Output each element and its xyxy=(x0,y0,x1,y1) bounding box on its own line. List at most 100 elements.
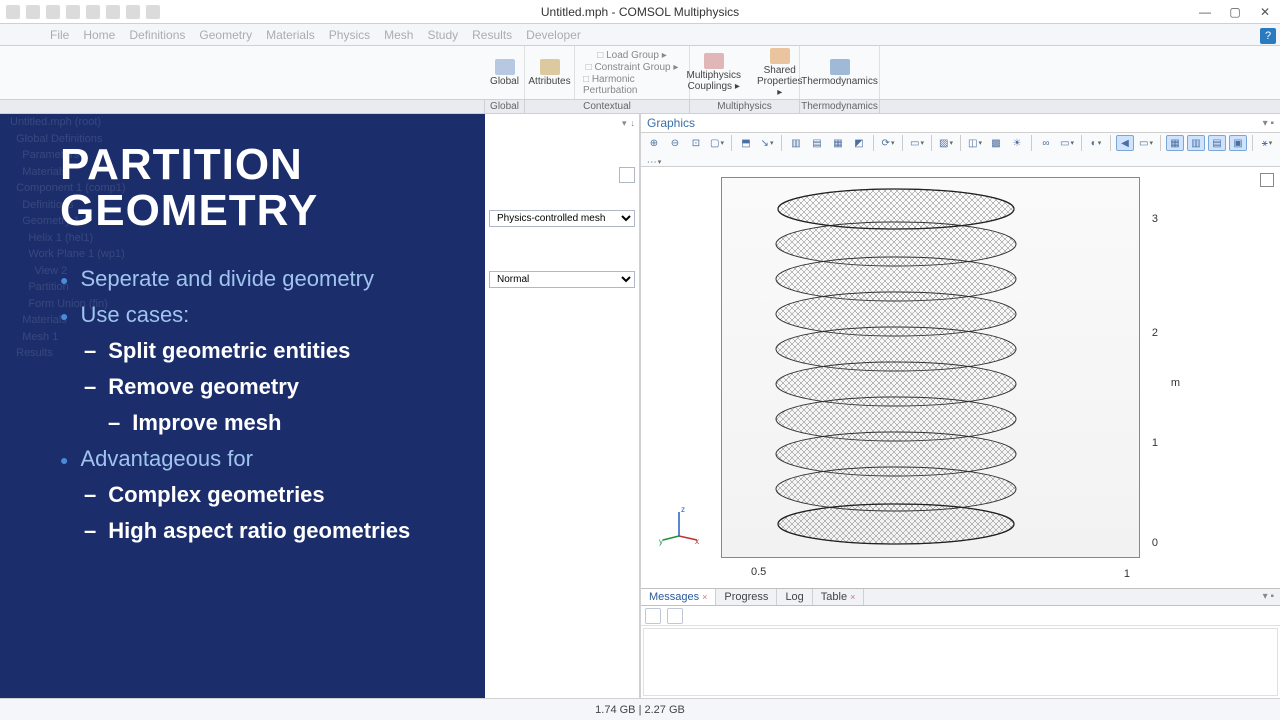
ribbon: Global Attributes Load Group ▸ Constrain… xyxy=(0,46,1280,100)
view-xz-icon[interactable]: ▤ xyxy=(808,135,826,151)
expand-icon[interactable] xyxy=(1260,173,1274,187)
tab-progress[interactable]: Progress xyxy=(716,589,777,605)
qat-icon[interactable] xyxy=(46,5,60,19)
sel-pnt-icon[interactable]: ▣ xyxy=(1229,135,1247,151)
rotate-icon[interactable]: ⟳ xyxy=(879,135,897,151)
global-button[interactable]: Global xyxy=(484,57,525,89)
lighting-icon[interactable]: ☀ xyxy=(1008,135,1026,151)
transparency-icon[interactable]: ◫ xyxy=(966,135,984,151)
multiphysics-couplings-button[interactable]: Multiphysics Couplings ▸ xyxy=(680,51,746,94)
tab-table[interactable]: Table× xyxy=(813,589,865,605)
link-icon[interactable]: ∞ xyxy=(1037,135,1055,151)
ribbon-label: Attributes xyxy=(528,76,570,87)
shared-icon xyxy=(770,48,790,64)
globe-icon xyxy=(495,59,515,75)
qat-icon[interactable] xyxy=(146,5,160,19)
qat-icon[interactable] xyxy=(6,5,20,19)
wireframe-icon[interactable]: ▩ xyxy=(987,135,1005,151)
sel-edge-icon[interactable]: ▤ xyxy=(1208,135,1226,151)
svg-text:z: z xyxy=(681,506,685,514)
bullet: Use cases: xyxy=(60,302,445,328)
menu-item[interactable]: File xyxy=(50,28,69,42)
view-iso-icon[interactable]: ◩ xyxy=(850,135,868,151)
qat-icon[interactable] xyxy=(106,5,120,19)
qat-icon[interactable] xyxy=(86,5,100,19)
zoom-box-icon[interactable]: ▢ xyxy=(708,135,726,151)
graphics-toolbar: ⊕ ⊖ ⊡ ▢ ⬒ ↘ ▥ ▤ ▦ ◩ ⟳ ▭ ▨ ◫ ▩ ☀ ∞ ▭ xyxy=(641,133,1280,167)
z-tick: 2 xyxy=(1152,327,1158,339)
maximize-button[interactable]: ▢ xyxy=(1220,0,1250,24)
menu-item[interactable]: Mesh xyxy=(384,28,413,42)
group-label: Global xyxy=(485,100,525,113)
bottom-panel: Messages× Progress Log Table× ▾ ▪ xyxy=(641,588,1280,698)
bullet: Advantageous for xyxy=(60,446,445,472)
overlay-title: PARTITIONGEOMETRY xyxy=(60,142,445,234)
z-tick: 0 xyxy=(1152,537,1158,549)
menu-item[interactable]: Home xyxy=(83,28,115,42)
measure-icon[interactable]: ⚹ xyxy=(1258,135,1276,151)
zoom-extents-icon[interactable]: ⊡ xyxy=(687,135,705,151)
render-icon[interactable]: ▨ xyxy=(937,135,955,151)
qat-icon[interactable] xyxy=(66,5,80,19)
qat-icon[interactable] xyxy=(126,5,140,19)
menu-item[interactable]: Results xyxy=(472,28,512,42)
bullet: High aspect ratio geometries xyxy=(84,518,445,544)
toggle-1-icon[interactable]: ◀ xyxy=(1116,135,1134,151)
menu-item[interactable]: Definitions xyxy=(129,28,185,42)
sequence-type-select[interactable]: Physics-controlled mesh xyxy=(489,210,635,227)
menu-item[interactable]: Physics xyxy=(329,28,370,42)
messages-body xyxy=(643,628,1278,696)
menu-item[interactable]: Materials xyxy=(266,28,315,42)
help-icon[interactable]: ? xyxy=(1260,28,1276,44)
sel-bnd-icon[interactable]: ▥ xyxy=(1187,135,1205,151)
ribbon-label: Multiphysics Couplings ▸ xyxy=(686,70,740,92)
graphics-panel: Graphics ▾ ▪ ⊕ ⊖ ⊡ ▢ ⬒ ↘ ▥ ▤ ▦ ◩ ⟳ ▭ ▨ ◫… xyxy=(640,114,1280,698)
graphics-title: Graphics xyxy=(647,116,695,130)
zoom-out-icon[interactable]: ⊖ xyxy=(666,135,684,151)
quick-access-toolbar xyxy=(0,5,160,19)
load-group-item[interactable]: Load Group ▸ xyxy=(597,50,666,61)
thermodynamics-button[interactable]: Thermodynamics xyxy=(795,57,884,89)
constraint-group-item[interactable]: Constraint Group ▸ xyxy=(586,62,679,73)
settings-panel: ▾↓ Physics-controlled mesh Normal xyxy=(485,114,640,698)
bullet: Remove geometry xyxy=(84,374,445,400)
group-label: Multiphysics xyxy=(690,100,800,113)
z-tick: 1 xyxy=(1152,437,1158,449)
toggle-2-icon[interactable]: ▭ xyxy=(1137,135,1155,151)
run-icon[interactable] xyxy=(619,167,635,183)
svg-text:x: x xyxy=(695,537,699,546)
memory-status: 1.74 GB | 2.27 GB xyxy=(595,704,685,716)
zoom-in-icon[interactable]: ⊕ xyxy=(645,135,663,151)
tab-messages[interactable]: Messages× xyxy=(641,589,716,605)
tab-log[interactable]: Log xyxy=(777,589,812,605)
menu-item[interactable]: Geometry xyxy=(199,28,252,42)
select-mode-icon[interactable]: ▭ xyxy=(908,135,926,151)
ribbon-label: Thermodynamics xyxy=(801,76,878,87)
attributes-button[interactable]: Attributes xyxy=(522,57,576,89)
element-size-select[interactable]: Normal xyxy=(489,271,635,288)
view-xy-icon[interactable]: ⬒ xyxy=(737,135,755,151)
contextual-group: Load Group ▸ Constraint Group ▸ Harmonic… xyxy=(575,46,690,99)
title-bar: Untitled.mph - COMSOL Multiphysics — ▢ ✕ xyxy=(0,0,1280,24)
minimize-button[interactable]: — xyxy=(1190,0,1220,24)
clear-icon[interactable] xyxy=(645,608,661,624)
go-default-icon[interactable]: ↘ xyxy=(758,135,776,151)
scene-light-icon[interactable]: ◐ xyxy=(1087,135,1105,151)
view-zx-icon[interactable]: ▦ xyxy=(829,135,847,151)
graphics-canvas[interactable]: 3 2 1 0 m 0.5 1 z x y xyxy=(641,167,1280,588)
status-bar: 1.74 GB | 2.27 GB xyxy=(0,698,1280,720)
menu-item[interactable]: Developer xyxy=(526,28,581,42)
harmonic-perturbation-item[interactable]: Harmonic Perturbation xyxy=(583,74,681,96)
couplings-icon xyxy=(704,53,724,69)
group-label: Contextual xyxy=(525,100,690,113)
x-tick: 0.5 xyxy=(751,566,766,578)
log-settings-icon[interactable] xyxy=(667,608,683,624)
y-tick: 1 xyxy=(1124,568,1130,580)
close-button[interactable]: ✕ xyxy=(1250,0,1280,24)
menu-item[interactable]: Study xyxy=(427,28,458,42)
axes-gizmo: z x y xyxy=(659,506,699,546)
sel-dom-icon[interactable]: ▦ xyxy=(1166,135,1184,151)
view-yz-icon[interactable]: ▥ xyxy=(787,135,805,151)
qat-icon[interactable] xyxy=(26,5,40,19)
clip-icon[interactable]: ▭ xyxy=(1058,135,1076,151)
